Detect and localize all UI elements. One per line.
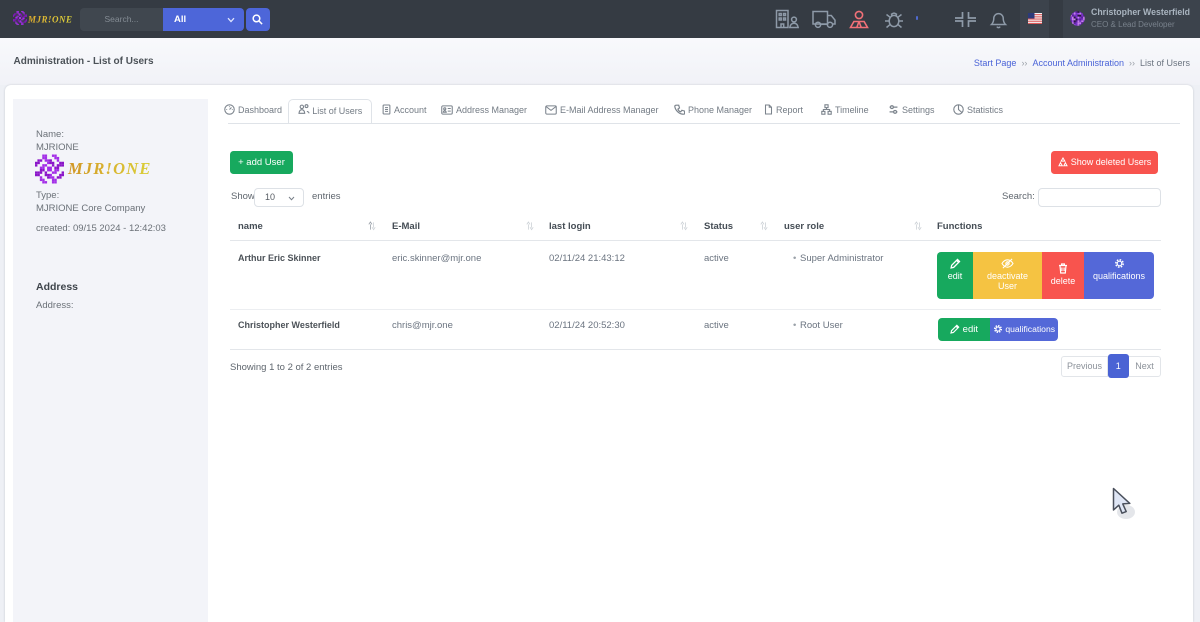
- svg-text:MJR!ONE: MJR!ONE: [28, 15, 73, 25]
- svg-text:MJR!ONE: MJR!ONE: [67, 159, 152, 178]
